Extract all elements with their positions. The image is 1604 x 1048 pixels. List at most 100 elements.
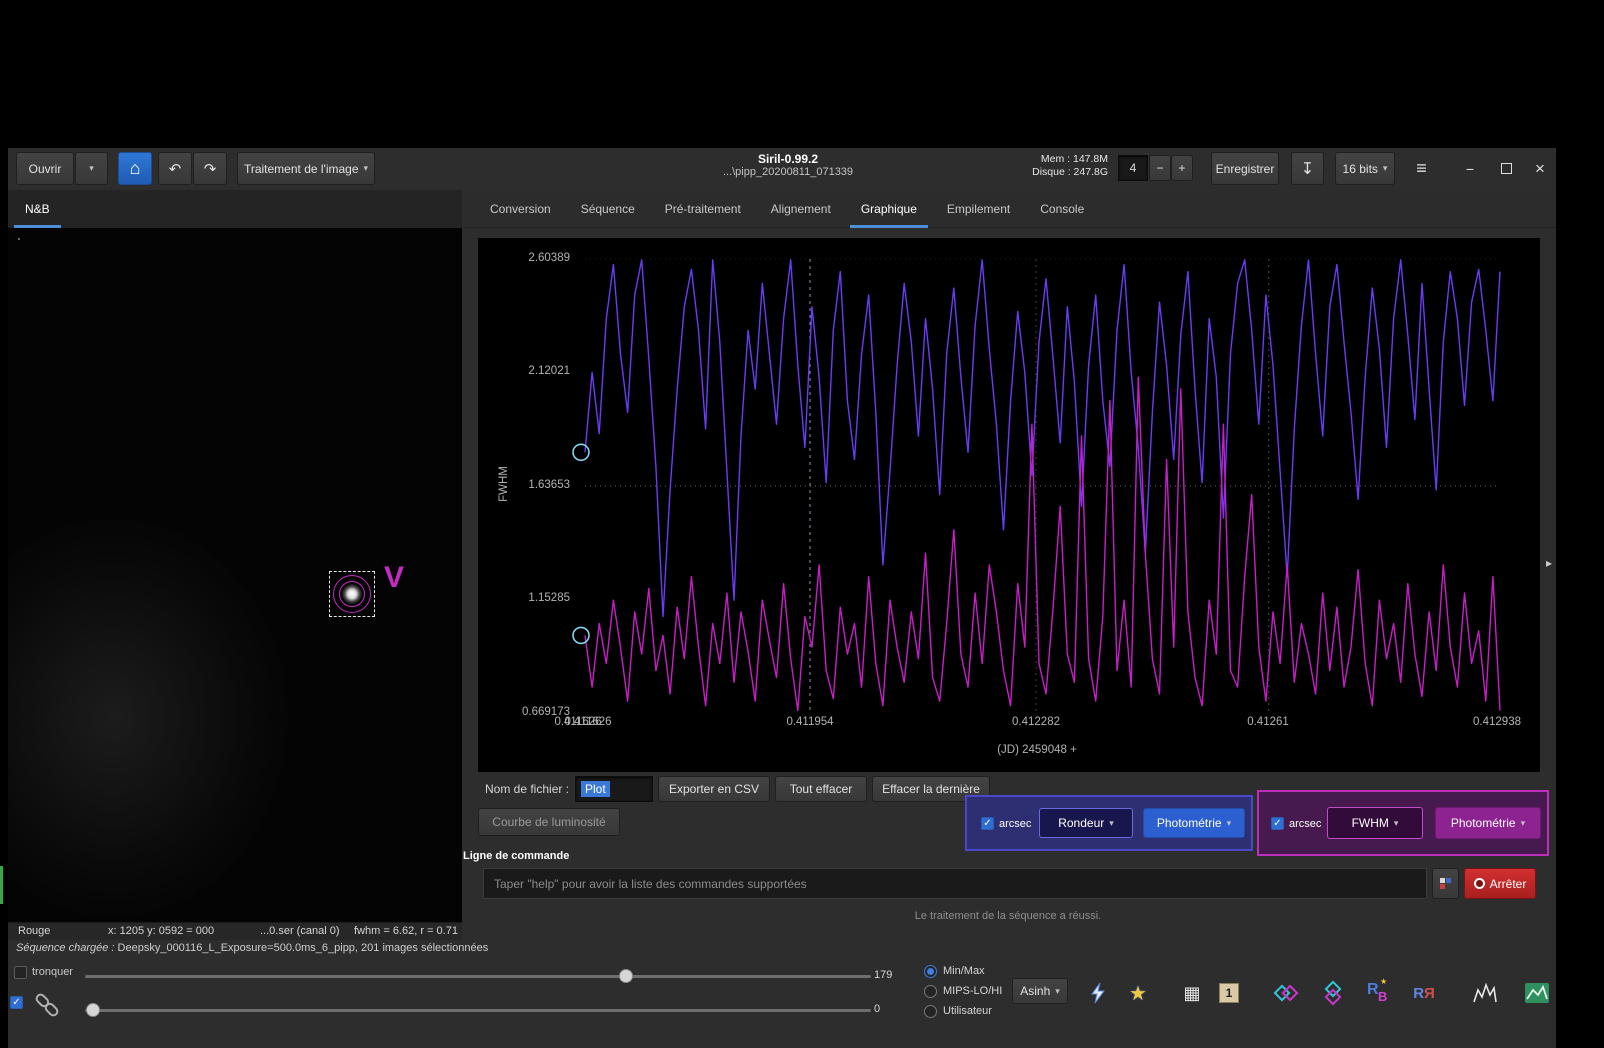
- image-statusbar: Rouge x: 1205 y: 0592 = 000 ...0.ser (ca…: [8, 922, 462, 940]
- fwhm-point-marker[interactable]: [572, 443, 590, 462]
- close-icon: ×: [1535, 158, 1545, 178]
- image-processing-button[interactable]: Traitement de l'image ▾: [237, 152, 375, 185]
- image-viewport[interactable]: V: [8, 228, 462, 922]
- filename-value: Plot: [581, 781, 610, 797]
- grid-icon: ▦: [1183, 982, 1201, 1003]
- download-icon: ↧: [1300, 160, 1315, 178]
- tab-sequence-label: Séquence: [580, 202, 635, 216]
- mirror-y-icon: [1324, 980, 1342, 1006]
- sequence-label: Séquence chargée :: [16, 942, 115, 954]
- redo-icon: ↷: [203, 160, 217, 178]
- image-panel-tabbar: N&B: [8, 190, 462, 229]
- tab-empilement[interactable]: Empilement: [932, 190, 1025, 228]
- mirror-text-button[interactable]: RЯ: [1407, 976, 1441, 1010]
- redo-button[interactable]: ↷: [193, 152, 227, 185]
- mips-radio[interactable]: [924, 985, 937, 998]
- chevron-down-icon: ▾: [1226, 817, 1232, 828]
- stretch-mode-dropdown[interactable]: Asinh ▾: [1012, 978, 1068, 1004]
- star-glow: [342, 584, 362, 604]
- export-csv-label: Exporter en CSV: [668, 782, 760, 796]
- app-title: Siril-0.99.2: [757, 152, 819, 166]
- tab-graphique-label: Graphique: [860, 202, 917, 216]
- letter-r: R: [1367, 981, 1379, 998]
- source-dropdown-purple[interactable]: Photométrie ▾: [1435, 807, 1541, 839]
- save-button[interactable]: Enregistrer: [1211, 152, 1279, 185]
- rondeur-point-marker[interactable]: [572, 626, 590, 645]
- save-as-button[interactable]: ↧: [1291, 152, 1324, 185]
- x-tick-0: 0.411626: [554, 716, 602, 728]
- lo-cutoff-slider[interactable]: [85, 1003, 871, 1017]
- graph-panel: 2.60389 2.12021 1.63653 1.15285 0.669173…: [478, 238, 1540, 772]
- mirror-x-button[interactable]: [1269, 976, 1303, 1010]
- arcsec-checkbox-blue[interactable]: ✓: [981, 817, 994, 830]
- metric-dropdown-purple[interactable]: FWHM ▾: [1327, 807, 1423, 839]
- frame-plus-button[interactable]: +: [1171, 155, 1193, 181]
- filename-label: Nom de fichier :: [485, 782, 570, 796]
- plot-canvas[interactable]: [572, 258, 1501, 713]
- tab-sequence[interactable]: Séquence: [566, 190, 650, 228]
- record-icon: [1473, 878, 1485, 889]
- grid-compositing-button[interactable]: ▦: [1175, 976, 1209, 1010]
- undo-button[interactable]: ↶: [158, 152, 192, 185]
- memory-usage: Mem : 147.8M: [1040, 153, 1108, 165]
- arcsec-checkbox-purple[interactable]: ✓: [1271, 817, 1284, 830]
- tab-nb[interactable]: N&B: [10, 190, 65, 228]
- close-button[interactable]: ×: [1524, 152, 1556, 185]
- tiny-star-icon: ★: [1380, 977, 1388, 986]
- light-curve-label: Courbe de luminosité: [492, 815, 606, 829]
- autostretch-button[interactable]: [1081, 976, 1115, 1010]
- maximize-button[interactable]: [1488, 152, 1524, 185]
- clear-last-label: Effacer la dernière: [882, 782, 980, 796]
- rgb-composition-icon: R B ★: [1366, 977, 1390, 1005]
- light-curve-button[interactable]: Courbe de luminosité: [478, 808, 620, 836]
- rgb-composition-button[interactable]: R B ★: [1361, 976, 1395, 1010]
- command-input[interactable]: [483, 868, 1427, 899]
- minimize-button[interactable]: −: [1452, 152, 1488, 185]
- menu-button[interactable]: ≡: [1405, 152, 1438, 185]
- tab-conversion-label: Conversion: [490, 202, 551, 216]
- minmax-radio[interactable]: [924, 965, 937, 978]
- frame-one-icon: 1: [1219, 983, 1239, 1003]
- metric-dropdown-blue[interactable]: Rondeur ▾: [1039, 808, 1133, 838]
- star-detection-button[interactable]: ★: [1121, 976, 1155, 1010]
- metric-blue-label: Rondeur: [1058, 816, 1105, 830]
- single-frame-button[interactable]: 1: [1212, 976, 1246, 1010]
- tab-graphique[interactable]: Graphique: [846, 190, 932, 228]
- frame-number-field[interactable]: 4: [1118, 155, 1148, 181]
- frame-minus-button[interactable]: −: [1149, 155, 1171, 181]
- open-button[interactable]: Ouvrir: [16, 152, 74, 185]
- lo-cutoff-slider-thumb[interactable]: [86, 1003, 100, 1017]
- open-dropdown-button[interactable]: ▾: [75, 152, 108, 185]
- channel-indicator: Rouge: [18, 925, 51, 937]
- user-radio[interactable]: [924, 1005, 937, 1018]
- stretch-mode-label: Asinh: [1020, 984, 1051, 998]
- filename-input[interactable]: Plot: [575, 776, 653, 802]
- link-icon[interactable]: [30, 990, 64, 1020]
- source-dropdown-blue[interactable]: Photométrie ▾: [1143, 808, 1245, 838]
- mirror-y-button[interactable]: [1316, 976, 1350, 1010]
- link-channels-checkbox[interactable]: ✓: [10, 996, 23, 1009]
- truncate-label: tronquer: [32, 966, 73, 978]
- home-button[interactable]: ⌂: [118, 152, 152, 185]
- truncate-checkbox[interactable]: [14, 966, 27, 979]
- tab-alignement[interactable]: Alignement: [756, 190, 846, 228]
- hi-cutoff-slider[interactable]: [85, 969, 871, 983]
- x-tick-1: 0.411954: [786, 716, 834, 728]
- tab-conversion[interactable]: Conversion: [475, 190, 566, 228]
- statistics-button[interactable]: [1468, 976, 1502, 1010]
- hi-cutoff-slider-thumb[interactable]: [619, 969, 633, 983]
- bit-depth-dropdown[interactable]: 16 bits ▾: [1335, 152, 1395, 185]
- command-line-label: Ligne de commande: [463, 850, 570, 862]
- clear-all-button[interactable]: Tout effacer: [775, 776, 867, 802]
- y-tick-1: 2.12021: [528, 365, 570, 377]
- tab-console[interactable]: Console: [1025, 190, 1099, 228]
- panel-expander[interactable]: ▸: [1546, 556, 1552, 570]
- tab-pretraitement[interactable]: Pré-traitement: [650, 190, 756, 228]
- stop-button[interactable]: Arrêter: [1464, 868, 1536, 899]
- export-csv-button[interactable]: Exporter en CSV: [658, 776, 770, 802]
- command-dialog-button[interactable]: [1432, 868, 1459, 899]
- clear-all-label: Tout effacer: [789, 782, 853, 796]
- chevron-down-icon: ▾: [1055, 985, 1060, 996]
- mirror-text-icon: RЯ: [1413, 985, 1435, 1002]
- display-mode-button[interactable]: [1520, 976, 1554, 1010]
